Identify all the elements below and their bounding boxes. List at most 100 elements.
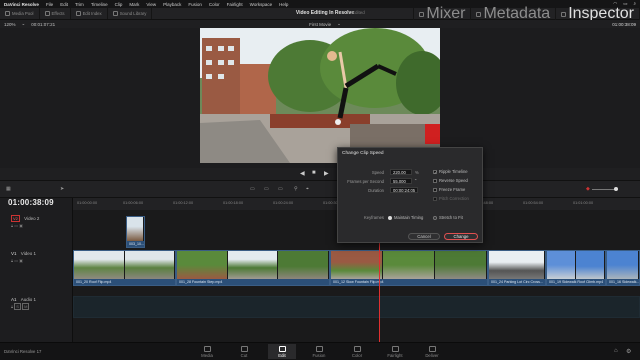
fusion-page-icon: [315, 346, 323, 352]
menu-edit[interactable]: Edit: [60, 2, 68, 7]
audio-track-lane[interactable]: [73, 296, 640, 318]
deliver-page-icon: [428, 346, 436, 352]
selection-tool-icon[interactable]: ➤: [60, 186, 64, 192]
menu-help[interactable]: Help: [279, 2, 288, 7]
lock-icon[interactable]: 🔒︎: [11, 223, 13, 228]
timeline-clip[interactable]: 001_19 Sidewalk Roof Climb.mp4: [546, 250, 606, 286]
page-fusion[interactable]: Fusion: [305, 346, 333, 358]
sound-library-button[interactable]: Sound Library: [108, 8, 153, 19]
change-button[interactable]: Change: [444, 233, 478, 240]
media-pool-label: Media Pool: [12, 11, 34, 16]
timeline-clip[interactable]: 001_12 Slow Fountain Flip.mp4: [330, 250, 488, 286]
ruler-tick: 01:00:00:00: [77, 201, 98, 205]
record-timecode: 01:00:38:09: [612, 21, 636, 27]
metadata-button[interactable]: Metadata: [471, 5, 557, 22]
checkbox-icon: [433, 178, 437, 183]
track-header-audio-1[interactable]: A1 Audio 1 🔒︎ S M: [0, 297, 73, 310]
timeline-clip[interactable]: 001_28 Fountain Step.mp4: [176, 250, 330, 286]
radio-icon: [433, 215, 437, 220]
timeline-clip[interactable]: 001_20 Roof Flip.mp4: [73, 250, 176, 286]
effects-button[interactable]: Effects: [40, 8, 71, 19]
transport-bar: ◀ ■ ▶: [0, 168, 640, 180]
page-media[interactable]: Media: [193, 346, 221, 358]
mixer-button[interactable]: Mixer: [413, 5, 472, 22]
viewer-frame[interactable]: [200, 28, 440, 163]
chevron-down-icon[interactable]: ⌄: [22, 21, 26, 27]
clip-name: 001_16 Sidewalk...: [607, 279, 639, 285]
page-label: Deliver: [425, 353, 439, 358]
maintain-timing-radio[interactable]: Maintain Timing: [388, 215, 423, 220]
pitch-correction-checkbox: Pitch Correction: [433, 196, 469, 201]
menu-fusion[interactable]: Fusion: [188, 2, 202, 7]
ripple-timeline-checkbox[interactable]: ✓ Ripple Timeline: [433, 169, 468, 174]
cancel-button[interactable]: Cancel: [408, 233, 440, 240]
reverse-speed-label: Reverse Speed: [439, 178, 468, 183]
timeline-clip[interactable]: 001_16 Sidewalk...: [606, 250, 640, 286]
duration-field[interactable]: 00:00:24:05: [390, 187, 418, 193]
menu-file[interactable]: File: [46, 2, 53, 7]
menu-workspace[interactable]: Workspace: [250, 2, 272, 7]
checkbox-icon: [433, 187, 437, 192]
menu-app-name[interactable]: DaVinci Resolve: [4, 2, 39, 7]
lock-icon[interactable]: 🔒︎: [11, 304, 13, 309]
zoom-level[interactable]: 120%: [4, 22, 16, 27]
overwrite-clip-icon[interactable]: ▭: [264, 186, 269, 192]
track-header-video-1[interactable]: V1 Video 1 🔒︎ ▭ ▣: [0, 251, 73, 263]
toolbar-right: Mixer Metadata Inspector: [413, 5, 640, 22]
color-page-icon: [353, 346, 361, 352]
timeline-timecode[interactable]: 01:00:38:09: [8, 198, 54, 207]
edit-index-label: Edit Index: [82, 11, 102, 16]
menu-view[interactable]: View: [146, 2, 156, 7]
timeline-marker-icon[interactable]: ◆: [586, 186, 590, 192]
keyframes-label: Keyframes: [363, 215, 384, 220]
stop-icon[interactable]: ■: [312, 170, 316, 176]
home-icon[interactable]: ⌂: [614, 348, 618, 354]
edit-page-icon: [278, 346, 286, 352]
menu-timeline[interactable]: Timeline: [91, 2, 108, 7]
settings-gear-icon[interactable]: ⚙: [626, 348, 631, 355]
reverse-speed-checkbox[interactable]: Reverse Speed: [433, 178, 468, 183]
snapping-icon[interactable]: ⌖: [306, 186, 309, 192]
menu-playback[interactable]: Playback: [163, 2, 181, 7]
timeline-clip[interactable]: 003_10...: [126, 216, 145, 248]
menu-mark[interactable]: Mark: [129, 2, 139, 7]
insert-clip-icon[interactable]: ▭: [250, 186, 255, 192]
menu-clip[interactable]: Clip: [115, 2, 123, 7]
track-controls-a1[interactable]: 🔒︎ S M: [11, 303, 73, 310]
track-name-v2: Video 2: [24, 216, 40, 221]
edit-index-button[interactable]: Edit Index: [71, 8, 108, 19]
metadata-icon: [476, 11, 482, 17]
speed-field[interactable]: 220.00: [390, 169, 412, 175]
page-cut[interactable]: Cut: [230, 346, 258, 358]
lock-icon[interactable]: 🔒︎: [11, 258, 13, 263]
page-edit[interactable]: Edit: [268, 344, 296, 359]
timeline-clip[interactable]: 001_24 Parking Lot Circ Cross...: [488, 250, 546, 286]
play-reverse-icon[interactable]: ◀: [300, 170, 305, 177]
menu-color[interactable]: Color: [209, 2, 220, 7]
link-icon[interactable]: ⚲: [294, 186, 298, 192]
menu-fairlight[interactable]: Fairlight: [227, 2, 243, 7]
track-controls-v2[interactable]: 🔒︎ ▭ ▣: [11, 223, 73, 228]
timeline-name[interactable]: First Movie: [309, 22, 331, 27]
play-icon[interactable]: ▶: [324, 170, 329, 177]
media-pool-button[interactable]: Media Pool: [0, 8, 40, 19]
track-controls-v1[interactable]: 🔒︎ ▭ ▣: [11, 258, 73, 263]
replace-clip-icon[interactable]: ▭: [278, 186, 283, 192]
media-pool-icon: [5, 11, 10, 16]
page-deliver[interactable]: Deliver: [418, 346, 446, 358]
stretch-to-fit-radio[interactable]: Stretch to Fit: [433, 215, 463, 220]
page-fairlight[interactable]: Fairlight: [381, 346, 409, 358]
inspector-button[interactable]: Inspector: [556, 5, 640, 22]
fps-stepper-icon[interactable]: ⌃: [414, 178, 418, 183]
track-header-video-2[interactable]: V2 Video 2 🔒︎ ▭ ▣: [0, 215, 73, 228]
timeline-dropdown-icon[interactable]: ⌄: [337, 21, 341, 27]
page-label: Fusion: [312, 353, 326, 358]
zoom-slider-handle[interactable]: [614, 187, 618, 191]
fps-field[interactable]: 55.000: [390, 178, 412, 184]
menu-trim[interactable]: Trim: [75, 2, 84, 7]
page-color[interactable]: Color: [343, 346, 371, 358]
clip-name: 001_19 Sidewalk Roof Climb.mp4: [547, 279, 605, 285]
page-label: Cut: [240, 353, 248, 358]
freeze-frame-checkbox[interactable]: Freeze Frame: [433, 187, 465, 192]
layout-icon[interactable]: ▦: [6, 186, 11, 192]
